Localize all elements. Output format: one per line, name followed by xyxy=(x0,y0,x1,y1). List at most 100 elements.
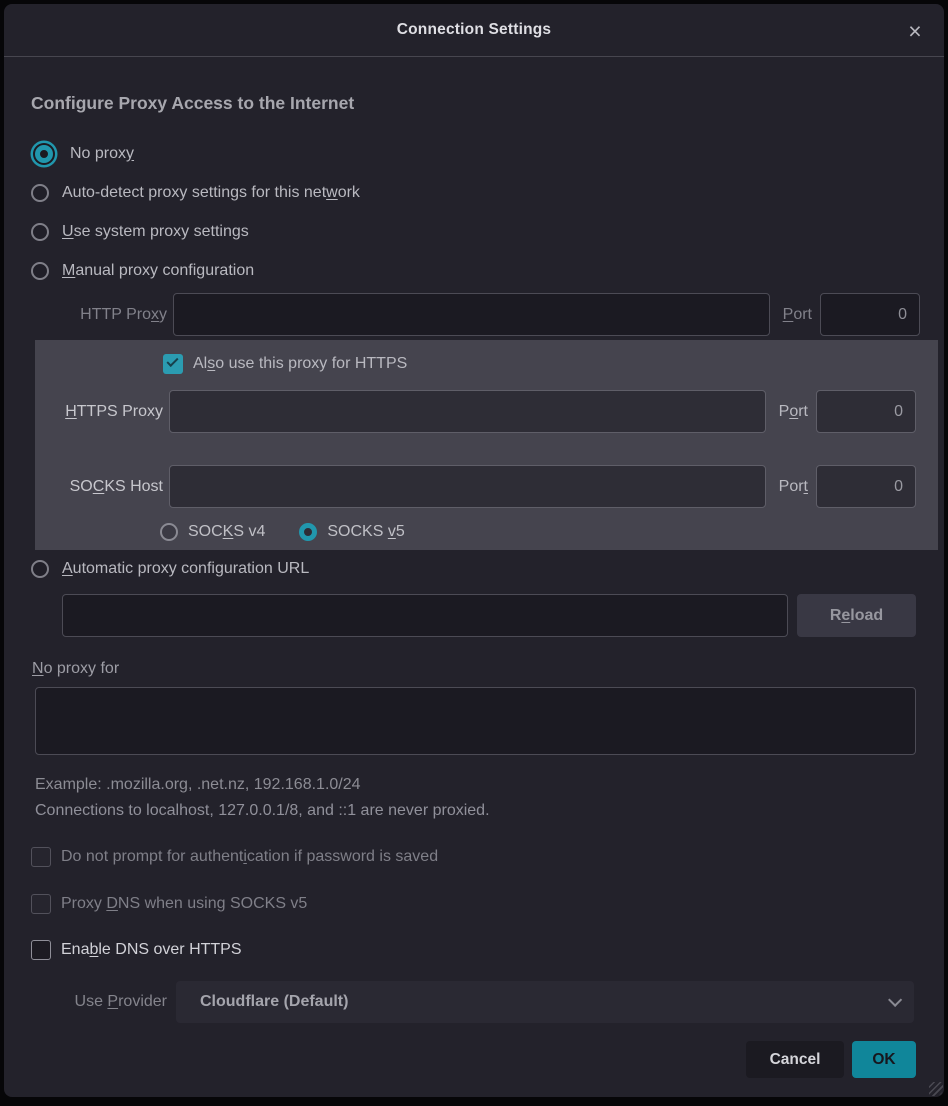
label-pre: SOCKS xyxy=(327,523,387,540)
resize-grip[interactable] xyxy=(929,1082,943,1096)
label-post: ork xyxy=(338,184,360,201)
close-icon[interactable]: × xyxy=(902,18,928,44)
example-hint: Example: .mozilla.org, .net.nz, 192.168.… xyxy=(35,775,944,794)
no-proxy-for-textarea[interactable] xyxy=(35,687,916,755)
cancel-button[interactable]: Cancel xyxy=(746,1041,844,1078)
radio-button[interactable] xyxy=(31,184,49,202)
socks-host-input[interactable] xyxy=(169,465,766,508)
page-title: Configure Proxy Access to the Internet xyxy=(31,93,944,114)
label-pre: SO xyxy=(70,478,93,495)
enable-doh-checkbox-row[interactable]: Enable DNS over HTTPS xyxy=(31,940,944,960)
footer: Cancel OK xyxy=(746,1041,916,1078)
radio-no-proxy[interactable]: No proxy xyxy=(31,134,944,173)
radio-manual-proxy[interactable]: Manual proxy configuration xyxy=(31,251,944,290)
radio-auto-url[interactable]: Automatic proxy configuration URL xyxy=(31,558,944,580)
http-proxy-label: HTTP Proxy xyxy=(31,306,167,324)
label-accesskey: U xyxy=(62,223,74,240)
label-post: 5 xyxy=(396,523,405,540)
radio-socks-v4[interactable] xyxy=(160,523,178,541)
never-proxied-note: Connections to localhost, 127.0.0.1/8, a… xyxy=(35,801,944,820)
checkbox-label: Enable DNS over HTTPS xyxy=(61,941,242,959)
socks-v5-label: SOCKS v5 xyxy=(327,523,404,541)
label-accesskey: N xyxy=(32,660,44,677)
dialog-content: Configure Proxy Access to the Internet N… xyxy=(4,57,944,1023)
label-pre: P xyxy=(779,403,790,420)
radio-button-selected[interactable] xyxy=(35,145,53,163)
label-pre: Ena xyxy=(61,941,89,958)
label-post: le DNS over HTTPS xyxy=(98,941,241,958)
label-pre: Al xyxy=(193,355,207,372)
radio-button[interactable] xyxy=(31,560,49,578)
label-accesskey: y xyxy=(126,145,134,162)
label-accesskey: H xyxy=(65,403,77,420)
proxy-dns-checkbox-row[interactable]: Proxy DNS when using SOCKS v5 xyxy=(31,894,944,914)
label-pre: HTTP Pro xyxy=(80,306,151,323)
socks-port-input[interactable] xyxy=(816,465,916,508)
label-accesskey: A xyxy=(62,560,73,577)
https-proxy-input[interactable] xyxy=(169,390,766,433)
titlebar: Connection Settings × xyxy=(4,4,944,57)
label-pre: Do not prompt for authent xyxy=(61,848,243,865)
label-post: NS when using SOCKS v5 xyxy=(118,895,307,912)
label-post: S v4 xyxy=(233,523,265,540)
label-pre: R xyxy=(830,607,842,624)
label-post: rt xyxy=(798,403,808,420)
https-proxy-label: HTTPS Proxy xyxy=(35,403,163,421)
label-post: o use this proxy for HTTPS xyxy=(215,355,407,372)
label-accesskey: K xyxy=(223,523,234,540)
radio-button[interactable] xyxy=(31,223,49,241)
provider-value: Cloudflare (Default) xyxy=(200,993,888,1011)
no-proxy-for-label: No proxy for xyxy=(32,659,944,679)
use-provider-label: Use Provider xyxy=(31,993,167,1011)
label-pre: SOC xyxy=(188,523,223,540)
label-pre: No prox xyxy=(70,145,126,162)
label-pre: Por xyxy=(779,478,804,495)
label-post: se system proxy settings xyxy=(74,223,249,240)
chevron-down-icon xyxy=(888,993,902,1007)
radio-label: Manual proxy configuration xyxy=(62,262,254,280)
http-proxy-row: HTTP Proxy Port xyxy=(4,293,944,336)
also-https-checkbox-row[interactable]: Also use this proxy for HTTPS xyxy=(163,353,938,375)
label-post: TTPS Proxy xyxy=(77,403,163,420)
ok-button[interactable]: OK xyxy=(852,1041,916,1078)
checkbox-label: Proxy DNS when using SOCKS v5 xyxy=(61,895,307,913)
http-port-input[interactable] xyxy=(820,293,920,336)
label-accesskey: P xyxy=(107,993,118,1010)
radio-auto-detect[interactable]: Auto-detect proxy settings for this netw… xyxy=(31,173,944,212)
label-accesskey: C xyxy=(93,478,105,495)
http-proxy-input[interactable] xyxy=(173,293,770,336)
no-prompt-auth-checkbox-row[interactable]: Do not prompt for authentication if pass… xyxy=(31,847,944,867)
label-accesskey: e xyxy=(841,607,850,624)
https-proxy-row: HTTPS Proxy Port xyxy=(35,390,938,433)
radio-socks-v5-selected[interactable] xyxy=(299,523,317,541)
radio-label: No proxy xyxy=(70,145,134,163)
provider-dropdown[interactable]: Cloudflare (Default) xyxy=(176,981,914,1023)
reload-button[interactable]: Reload xyxy=(797,594,916,637)
unchecked-checkbox[interactable] xyxy=(31,847,51,867)
socks-version-row: SOCKS v4 SOCKS v5 xyxy=(160,522,938,542)
socks-host-label: SOCKS Host xyxy=(35,478,163,496)
label-post: load xyxy=(850,607,883,624)
radio-label: Use system proxy settings xyxy=(62,223,249,241)
manual-proxy-band: Also use this proxy for HTTPS HTTPS Prox… xyxy=(35,340,938,550)
checkbox-label: Do not prompt for authentication if pass… xyxy=(61,848,438,866)
radio-system-proxy[interactable]: Use system proxy settings xyxy=(31,212,944,251)
auto-url-input[interactable] xyxy=(62,594,788,637)
auto-url-row: Reload xyxy=(62,594,944,637)
radio-button[interactable] xyxy=(31,262,49,280)
dialog-title: Connection Settings xyxy=(397,21,552,39)
unchecked-checkbox[interactable] xyxy=(31,940,51,960)
label-accesskey: M xyxy=(62,262,75,279)
label-post: anual proxy configuration xyxy=(75,262,254,279)
label-post: cation if password is saved xyxy=(247,848,438,865)
https-port-input[interactable] xyxy=(816,390,916,433)
unchecked-checkbox[interactable] xyxy=(31,894,51,914)
provider-row: Use Provider Cloudflare (Default) xyxy=(4,981,944,1023)
socks-host-row: SOCKS Host Port xyxy=(35,465,938,508)
label-pre: Use xyxy=(75,993,108,1010)
label-accesskey: w xyxy=(326,184,338,201)
connection-settings-dialog: Connection Settings × Configure Proxy Ac… xyxy=(4,4,944,1097)
label-accesskey: D xyxy=(106,895,118,912)
socks-port-label: Port xyxy=(774,478,808,496)
checked-checkbox[interactable] xyxy=(163,354,183,374)
